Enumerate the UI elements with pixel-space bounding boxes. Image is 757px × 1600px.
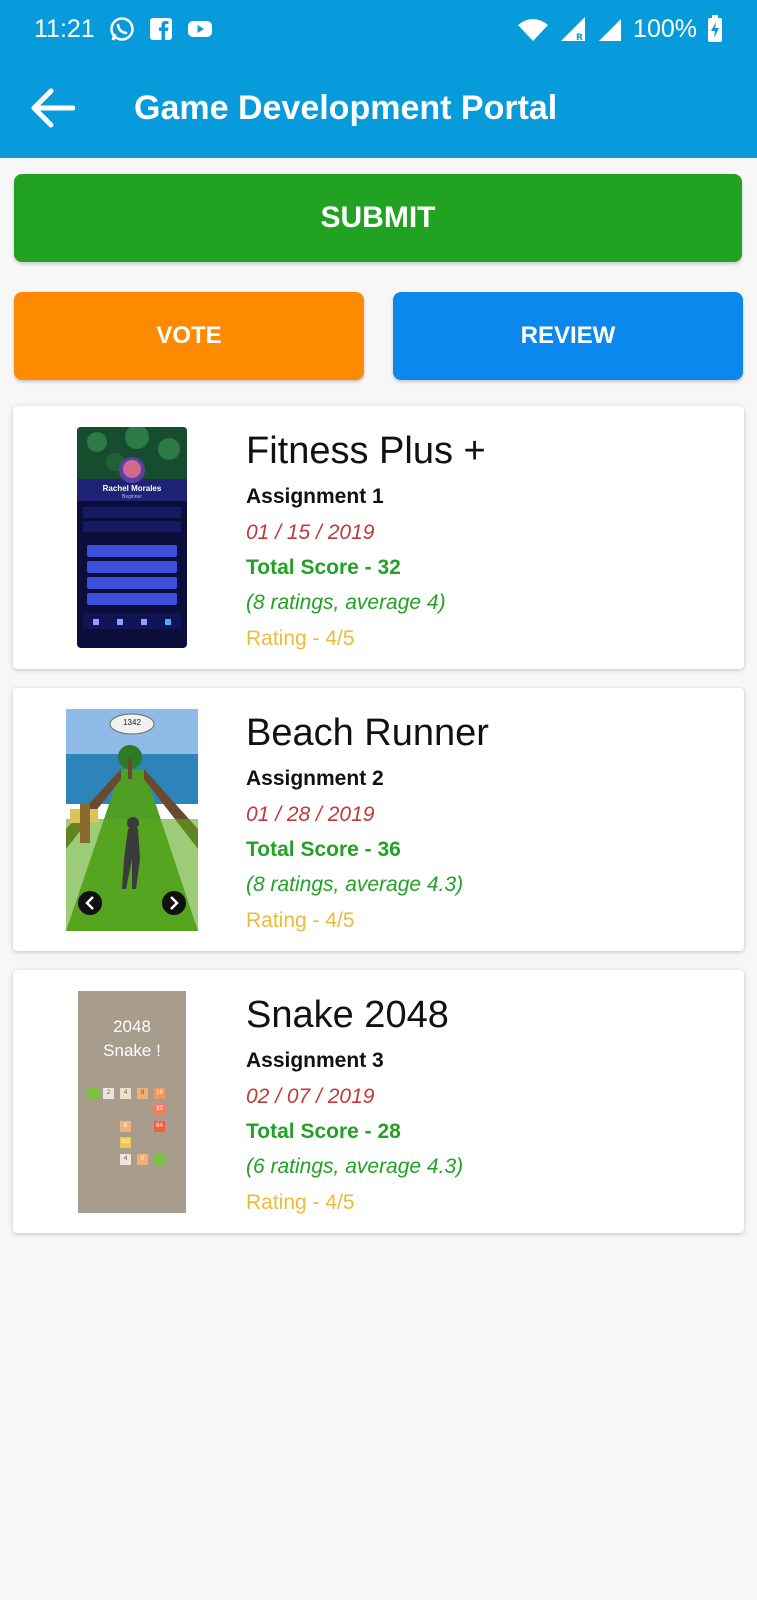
project-rating: Rating - 4/5 (246, 627, 355, 650)
snake-tail-tile (154, 1154, 165, 1165)
battery-charging-icon (707, 15, 723, 43)
project-total-score: Total Score - 36 (246, 838, 401, 861)
project-date: 02 / 07 / 2019 (246, 1085, 375, 1108)
project-assignment: Assignment 3 (246, 1049, 384, 1072)
project-total-score: Total Score - 28 (246, 1120, 401, 1143)
project-name: Beach Runner (246, 712, 489, 754)
tile: 4 (120, 1154, 131, 1165)
submit-button[interactable]: SUBMIT (14, 174, 742, 262)
wifi-icon (517, 16, 549, 42)
project-date: 01 / 28 / 2019 (246, 803, 375, 826)
project-name: Fitness Plus + (246, 430, 486, 472)
tile: 8 (137, 1154, 148, 1165)
review-button[interactable]: REVIEW (393, 292, 743, 380)
tile: 512 (120, 1137, 131, 1148)
thumbnail-score-bubble: 1342 (123, 718, 141, 727)
project-thumbnail: 2048 Snake ! 2 4 8 16 32 64 8 512 4 8 (78, 991, 186, 1213)
toolbar: Game Development Portal (0, 58, 757, 158)
signal-icon: R (559, 15, 587, 43)
tile: 4 (120, 1088, 131, 1099)
status-bar: 11:21 R 100% (0, 0, 757, 58)
back-arrow-icon[interactable] (24, 80, 80, 136)
project-name: Snake 2048 (246, 994, 449, 1036)
project-assignment: Assignment 2 (246, 767, 384, 790)
project-card-beach-runner[interactable]: 1342 Beach Runner Assignment 2 01 / 28 /… (13, 688, 744, 951)
tile: 16 (154, 1088, 165, 1099)
status-time: 11:21 (34, 14, 95, 43)
battery-percent: 100% (633, 14, 697, 43)
project-assignment: Assignment 1 (246, 485, 384, 508)
project-rating: Rating - 4/5 (246, 909, 355, 932)
project-ratings-summary: (6 ratings, average 4.3) (246, 1155, 464, 1178)
project-ratings-summary: (8 ratings, average 4.3) (246, 873, 464, 896)
app-bar: 11:21 R 100% Game Development Portal (0, 0, 757, 158)
tile: 8 (137, 1088, 148, 1099)
project-thumbnail: Rachel Morales Beginner (77, 427, 187, 648)
project-ratings-summary: (8 ratings, average 4) (246, 591, 446, 614)
vote-button[interactable]: VOTE (14, 292, 364, 380)
facebook-icon (149, 17, 173, 41)
thumbnail-title-line2: Snake ! (103, 1041, 161, 1060)
youtube-icon (187, 19, 213, 39)
tile: 64 (154, 1121, 165, 1132)
project-rating: Rating - 4/5 (246, 1191, 355, 1214)
thumbnail-profile-name: Rachel Morales (102, 484, 162, 493)
snake-head-tile (88, 1088, 99, 1099)
project-thumbnail: 1342 (66, 709, 198, 931)
thumbnail-profile-sub: Beginner (121, 494, 142, 500)
page-title: Game Development Portal (134, 88, 558, 127)
tile: 32 (154, 1104, 165, 1115)
project-card-fitness-plus[interactable]: Rachel Morales Beginner Fitness Plus + A… (13, 406, 744, 669)
tile: 2 (103, 1088, 114, 1099)
whatsapp-icon (109, 16, 135, 42)
tile: 8 (120, 1121, 131, 1132)
project-total-score: Total Score - 32 (246, 556, 401, 579)
thumbnail-title-line1: 2048 (113, 1017, 151, 1036)
project-card-snake-2048[interactable]: 2048 Snake ! 2 4 8 16 32 64 8 512 4 8 Sn… (13, 970, 744, 1233)
svg-text:R: R (576, 33, 583, 43)
signal-roaming-icon (597, 15, 623, 43)
project-date: 01 / 15 / 2019 (246, 521, 375, 544)
